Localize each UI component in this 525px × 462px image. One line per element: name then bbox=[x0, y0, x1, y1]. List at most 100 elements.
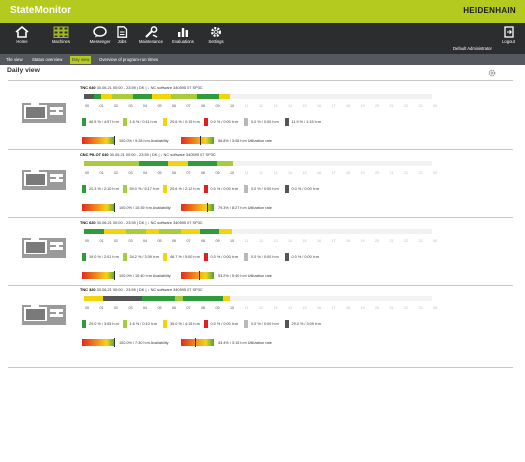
legend-text: 20.6 % / 0:15 h:m bbox=[170, 120, 200, 124]
timeline-segment bbox=[223, 296, 231, 301]
machine-info: CNC PILOT 640 30.06.21 00:00 - 23:59 | D… bbox=[80, 152, 216, 157]
utilization-gauge bbox=[181, 136, 214, 145]
hour-label: 08 bbox=[200, 104, 206, 108]
legend-text: 0.0 % / 0:00 h:m bbox=[291, 187, 320, 191]
hour-label: 04 bbox=[142, 104, 148, 108]
hour-label: 01 bbox=[99, 171, 104, 175]
hour-label: 11 bbox=[244, 104, 249, 108]
hour-label: 00 bbox=[84, 306, 90, 310]
availability-marker bbox=[114, 338, 115, 347]
hour-label: 20 bbox=[374, 104, 380, 108]
hour-label: 10 bbox=[229, 104, 235, 108]
state-timeline[interactable] bbox=[84, 94, 432, 99]
current-user[interactable]: Default Administrator bbox=[453, 46, 492, 51]
evaluations-icon bbox=[178, 28, 188, 37]
timeline-segment bbox=[102, 296, 142, 301]
hour-label: 06 bbox=[171, 171, 177, 175]
hour-label: 15 bbox=[302, 239, 307, 243]
nav-settings-label: Settings bbox=[208, 39, 224, 44]
legend-text: 0.0 % / 0:00 h:m bbox=[251, 187, 279, 191]
hour-label: 12 bbox=[258, 104, 264, 108]
availability-text: 100.0% / 7:30 h:m Availability bbox=[119, 341, 169, 345]
top-bar: StateMonitor HEIDENHAIN bbox=[0, 0, 525, 23]
legend-text: 29.0 % / 3:09 h:m bbox=[291, 322, 322, 326]
hour-label: 05 bbox=[157, 171, 162, 175]
availability-text: 100.0% / 10:40 h:m Availability bbox=[119, 274, 171, 278]
availability-gauge bbox=[82, 136, 115, 145]
hour-label: 15 bbox=[302, 104, 307, 108]
utilization-gauge bbox=[181, 271, 214, 280]
machine-name[interactable]: TNC 640 bbox=[80, 85, 96, 90]
availability-gauge bbox=[82, 271, 115, 280]
hour-label: 00 bbox=[432, 306, 438, 310]
timeline-segment bbox=[84, 296, 103, 301]
hour-label: 05 bbox=[157, 306, 162, 310]
availability-marker bbox=[114, 271, 115, 280]
availability-gauge bbox=[82, 338, 115, 347]
legend-swatch bbox=[82, 185, 86, 193]
legend-text: 29.0 % / 3:05 h:m bbox=[89, 322, 119, 326]
utilization-text: 56.8% / 3:08 h:m Utilization rate bbox=[218, 139, 272, 143]
logout-icon bbox=[503, 26, 514, 38]
availability-gauge bbox=[82, 203, 115, 212]
legend-text: 20.6 % / 2:12 h:m bbox=[170, 187, 200, 191]
hour-label: 03 bbox=[128, 239, 133, 243]
legend-swatch bbox=[163, 253, 167, 261]
machine-info: TNC 320 30.06.21 00:00 - 23:59 | DK | ↓ … bbox=[80, 287, 203, 292]
tab-tile-view[interactable]: Tile view bbox=[4, 56, 25, 64]
machine-name[interactable]: TNC 620 bbox=[80, 220, 96, 225]
machine-name[interactable]: CNC PILOT 640 bbox=[80, 152, 109, 157]
nav-settings[interactable]: Settings bbox=[196, 26, 236, 52]
legend-text: 11.9 % / 1:15 h:m bbox=[291, 120, 321, 124]
machine-details: 30.06.21 00:00 - 23:59 | DK | ↓ NC softw… bbox=[95, 85, 203, 90]
nav-machines[interactable]: Machines bbox=[41, 26, 81, 52]
timeline-segment bbox=[197, 94, 219, 99]
tab-status-overview[interactable]: Status overview bbox=[30, 56, 64, 64]
state-timeline[interactable] bbox=[84, 296, 432, 301]
hour-label: 07 bbox=[186, 306, 191, 310]
hour-label: 14 bbox=[287, 306, 293, 310]
view-settings-gear-icon[interactable] bbox=[488, 69, 496, 77]
utilization-text: 79.3% / 8:27 h:m Utilization rate bbox=[218, 206, 272, 210]
timeline-segment bbox=[104, 229, 127, 234]
legend-text: 0.0 % / 0:00 h:m bbox=[251, 255, 279, 259]
legend-swatch bbox=[163, 185, 167, 193]
legend-text: 1.6 % / 0:10 h:m bbox=[129, 322, 158, 326]
nav-machines-label: Machines bbox=[52, 39, 70, 44]
timeline-segment bbox=[139, 161, 169, 166]
timeline-segment bbox=[111, 94, 134, 99]
machine-info: TNC 620 30.06.21 00:00 - 23:59 | DK | ↓ … bbox=[80, 220, 203, 225]
hour-label: 07 bbox=[186, 239, 191, 243]
timeline-segment bbox=[84, 161, 140, 166]
utilization-marker bbox=[195, 338, 197, 347]
jobs-icon bbox=[117, 26, 128, 38]
hour-label: 14 bbox=[287, 171, 293, 175]
hour-label: 23 bbox=[418, 239, 423, 243]
hour-label: 23 bbox=[418, 306, 423, 310]
hour-label: 00 bbox=[84, 104, 90, 108]
tab-program-run-times[interactable]: Overview of program-run times bbox=[97, 56, 160, 64]
tab-day-view[interactable]: Day view bbox=[70, 55, 92, 64]
legend-swatch bbox=[244, 118, 248, 126]
state-timeline[interactable] bbox=[84, 161, 432, 166]
hour-label: 10 bbox=[229, 171, 235, 175]
machine-row[interactable]: TNC 620 30.06.21 00:00 - 23:59 | DK | ↓ … bbox=[0, 220, 525, 288]
machine-row[interactable]: CNC PILOT 640 30.06.21 00:00 - 23:59 | D… bbox=[0, 152, 525, 220]
legend-text: 0.0 % / 0:00 h:m bbox=[210, 322, 239, 326]
hour-label: 17 bbox=[331, 171, 336, 175]
hour-label: 16 bbox=[316, 171, 322, 175]
timeline-segment bbox=[84, 94, 95, 99]
hour-label: 19 bbox=[360, 171, 365, 175]
machine-row[interactable]: TNC 640 30.06.21 00:00 - 23:59 | DK | ↓ … bbox=[0, 85, 525, 153]
utilization-text: 43.4% / 3:15 h:m Utilization rate bbox=[218, 341, 272, 345]
machine-name[interactable]: TNC 320 bbox=[80, 287, 96, 292]
main-content: Daily view TNC 640 30.06.21 00:00 - 23:5… bbox=[0, 65, 525, 462]
hour-label: 08 bbox=[200, 171, 206, 175]
logout-button[interactable]: Logout bbox=[496, 26, 521, 52]
hour-label: 21 bbox=[389, 104, 394, 108]
hour-label: 15 bbox=[302, 171, 307, 175]
machine-row[interactable]: TNC 320 30.06.21 00:00 - 23:59 | DK | ↓ … bbox=[0, 287, 525, 355]
hour-label: 22 bbox=[403, 306, 409, 310]
nav-home[interactable]: Home bbox=[2, 26, 42, 52]
state-timeline[interactable] bbox=[84, 229, 432, 234]
